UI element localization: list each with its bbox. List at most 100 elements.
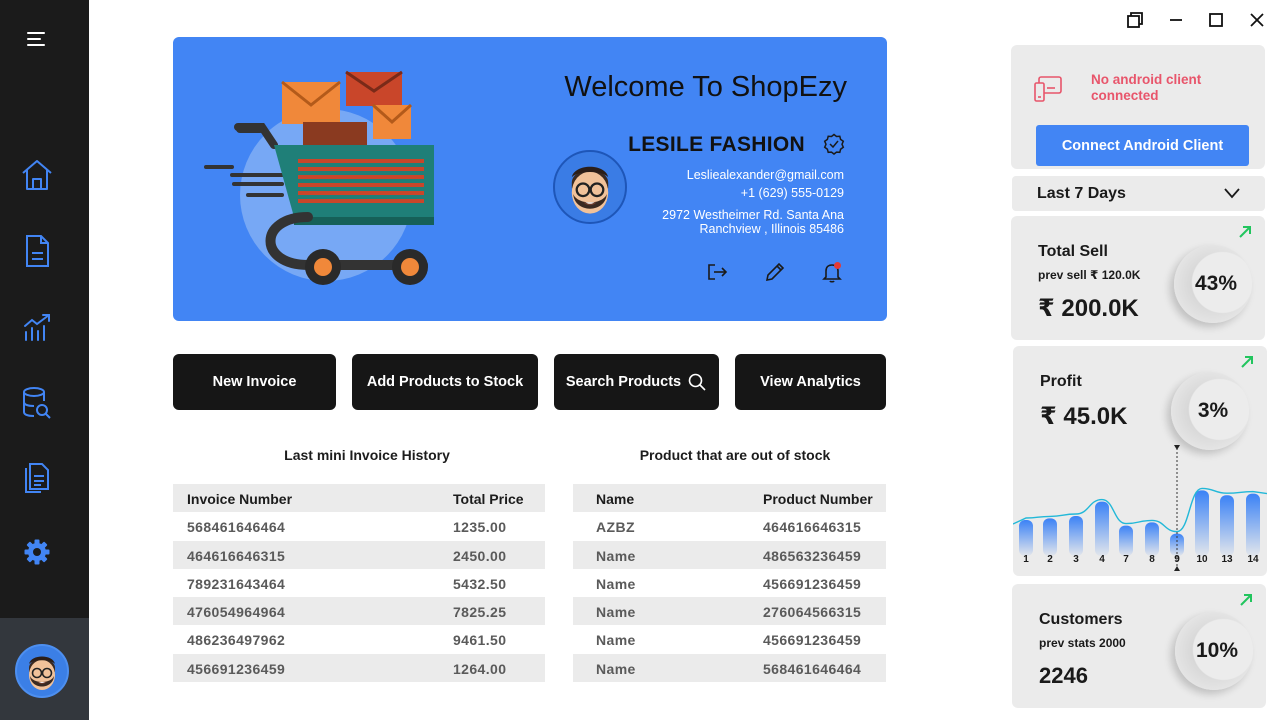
x-tick-label: 10 (1196, 554, 1208, 565)
maximize-icon[interactable] (1205, 9, 1227, 31)
invoice-table-title: Last mini Invoice History (284, 447, 450, 463)
table-row[interactable]: Name 276064566315 (573, 597, 886, 626)
x-tick-label: 7 (1123, 554, 1129, 565)
x-tick-label: 8 (1149, 554, 1155, 565)
column-header: Product Number (763, 491, 873, 507)
total-sell-prev: prev sell ₹ 120.0K (1038, 268, 1141, 282)
invoice-table: Invoice Number Total Price 568461646464 … (173, 484, 545, 683)
profit-bar (1095, 501, 1109, 556)
table-header-row: Invoice Number Total Price (173, 484, 545, 513)
profit-bar (1246, 493, 1260, 556)
table-row[interactable]: 486236497962 9461.50 (173, 625, 545, 653)
database-search-icon[interactable] (19, 385, 55, 421)
product-name: Name (596, 660, 636, 677)
product-number: 486563236459 (763, 547, 862, 564)
total-price: 1235.00 (453, 519, 507, 536)
total-price: 2450.00 (453, 547, 507, 564)
table-row[interactable]: AZBZ 464616646315 (573, 512, 886, 540)
total-price: 9461.50 (453, 632, 507, 649)
column-header: Invoice Number (187, 491, 293, 507)
close-icon[interactable] (1246, 9, 1268, 31)
x-tick-label: 14 (1247, 554, 1259, 565)
chart-highlight-marker (1174, 566, 1180, 571)
total-sell-percent-ring: 43% (1174, 245, 1252, 323)
store-avatar (553, 150, 627, 224)
welcome-banner: Welcome To ShopEzy LESILE FASHION Leslie… (173, 37, 887, 321)
table-row[interactable]: Name 486563236459 (573, 540, 886, 569)
table-row[interactable]: Name 456691236459 (573, 625, 886, 653)
total-sell-value: ₹ 200.0K (1038, 295, 1139, 322)
x-tick-label: 2 (1047, 554, 1053, 565)
notification-bell-icon[interactable] (820, 260, 844, 284)
store-phone: +1 (629) 555-0129 (740, 186, 844, 200)
chevron-down-icon (1224, 188, 1240, 199)
chart-highlight-marker (1174, 445, 1180, 450)
connect-android-button[interactable]: Connect Android Client (1036, 125, 1249, 166)
profit-title: Profit (1040, 373, 1082, 390)
column-header: Name (596, 491, 635, 507)
search-products-button[interactable]: Search Products (554, 354, 719, 410)
new-invoice-button[interactable]: New Invoice (173, 354, 336, 410)
profit-bar (1145, 522, 1159, 556)
table-row[interactable]: 456691236459 1264.00 (173, 653, 545, 683)
avatar[interactable] (15, 644, 69, 698)
table-row[interactable]: 464616646315 2450.00 (173, 540, 545, 569)
product-number: 568461646464 (763, 660, 862, 677)
documents-icon[interactable] (19, 461, 55, 497)
document-icon[interactable] (19, 233, 55, 269)
total-price: 5432.50 (453, 575, 507, 592)
profit-bar (1195, 490, 1209, 556)
customers-value: 2246 (1039, 663, 1088, 688)
profit-value: ₹ 45.0K (1040, 403, 1128, 430)
total-sell-title: Total Sell (1038, 243, 1108, 260)
invoice-number: 789231643464 (187, 575, 286, 592)
table-row[interactable]: Name 568461646464 (573, 653, 886, 683)
period-select[interactable]: Last 7 Days (1012, 176, 1265, 211)
column-header: Total Price (453, 491, 524, 507)
table-header-row: Name Product Number (573, 484, 886, 513)
table-row[interactable]: 476054964964 7825.25 (173, 597, 545, 626)
table-row[interactable]: Name 456691236459 (573, 569, 886, 597)
settings-icon[interactable] (19, 534, 55, 570)
analytics-icon[interactable] (19, 309, 55, 345)
invoice-number: 568461646464 (187, 519, 286, 536)
minimize-icon[interactable] (1165, 9, 1187, 31)
device-disconnected-icon (1034, 76, 1062, 102)
profit-bar (1119, 525, 1133, 556)
view-analytics-button[interactable]: View Analytics (735, 354, 886, 410)
store-email: Lesliealexander@gmail.com (686, 168, 844, 182)
profit-bar (1220, 495, 1234, 556)
profit-chart: 1 2 3 4 7 8 9 10 13 14 (1013, 445, 1267, 571)
x-tick-label: 1 (1023, 554, 1029, 565)
profit-card: Profit ₹ 45.0K 3% 1 2 3 4 7 8 9 10 13 14 (1013, 346, 1267, 576)
edit-icon[interactable] (763, 260, 787, 284)
table-row[interactable]: 789231643464 5432.50 (173, 569, 545, 597)
logout-icon[interactable] (705, 260, 729, 284)
app-window: Welcome To ShopEzy LESILE FASHION Leslie… (0, 0, 1280, 720)
total-sell-percent: 43% (1194, 272, 1238, 295)
home-icon[interactable] (19, 157, 55, 193)
product-number: 456691236459 (763, 632, 862, 649)
product-number: 464616646315 (763, 519, 862, 536)
restore-icon[interactable] (1124, 9, 1146, 31)
profit-bar (1043, 518, 1057, 556)
customers-title: Customers (1039, 611, 1123, 628)
android-client-card: No android client connected Connect Andr… (1011, 45, 1265, 169)
shopping-cart-illustration (204, 70, 434, 285)
x-tick-label: 9 (1174, 554, 1180, 565)
x-tick-label: 4 (1099, 554, 1105, 565)
period-select-value: Last 7 Days (1037, 185, 1126, 202)
customers-percent: 10% (1195, 639, 1239, 662)
invoice-number: 464616646315 (187, 547, 286, 564)
stock-table-title: Product that are out of stock (639, 447, 831, 463)
total-sell-card: Total Sell prev sell ₹ 120.0K ₹ 200.0K 4… (1011, 216, 1265, 340)
customers-prev: prev stats 2000 (1039, 636, 1126, 650)
profit-percent: 3% (1197, 399, 1229, 422)
trend-up-icon (1239, 226, 1251, 238)
menu-icon[interactable] (19, 21, 55, 57)
new-invoice-label: New Invoice (212, 374, 297, 390)
store-address-line1: 2972 Westheimer Rd. Santa Ana (662, 208, 844, 222)
trend-up-icon (1240, 594, 1252, 606)
add-products-button[interactable]: Add Products to Stock (352, 354, 538, 410)
table-row[interactable]: 568461646464 1235.00 (173, 512, 545, 540)
